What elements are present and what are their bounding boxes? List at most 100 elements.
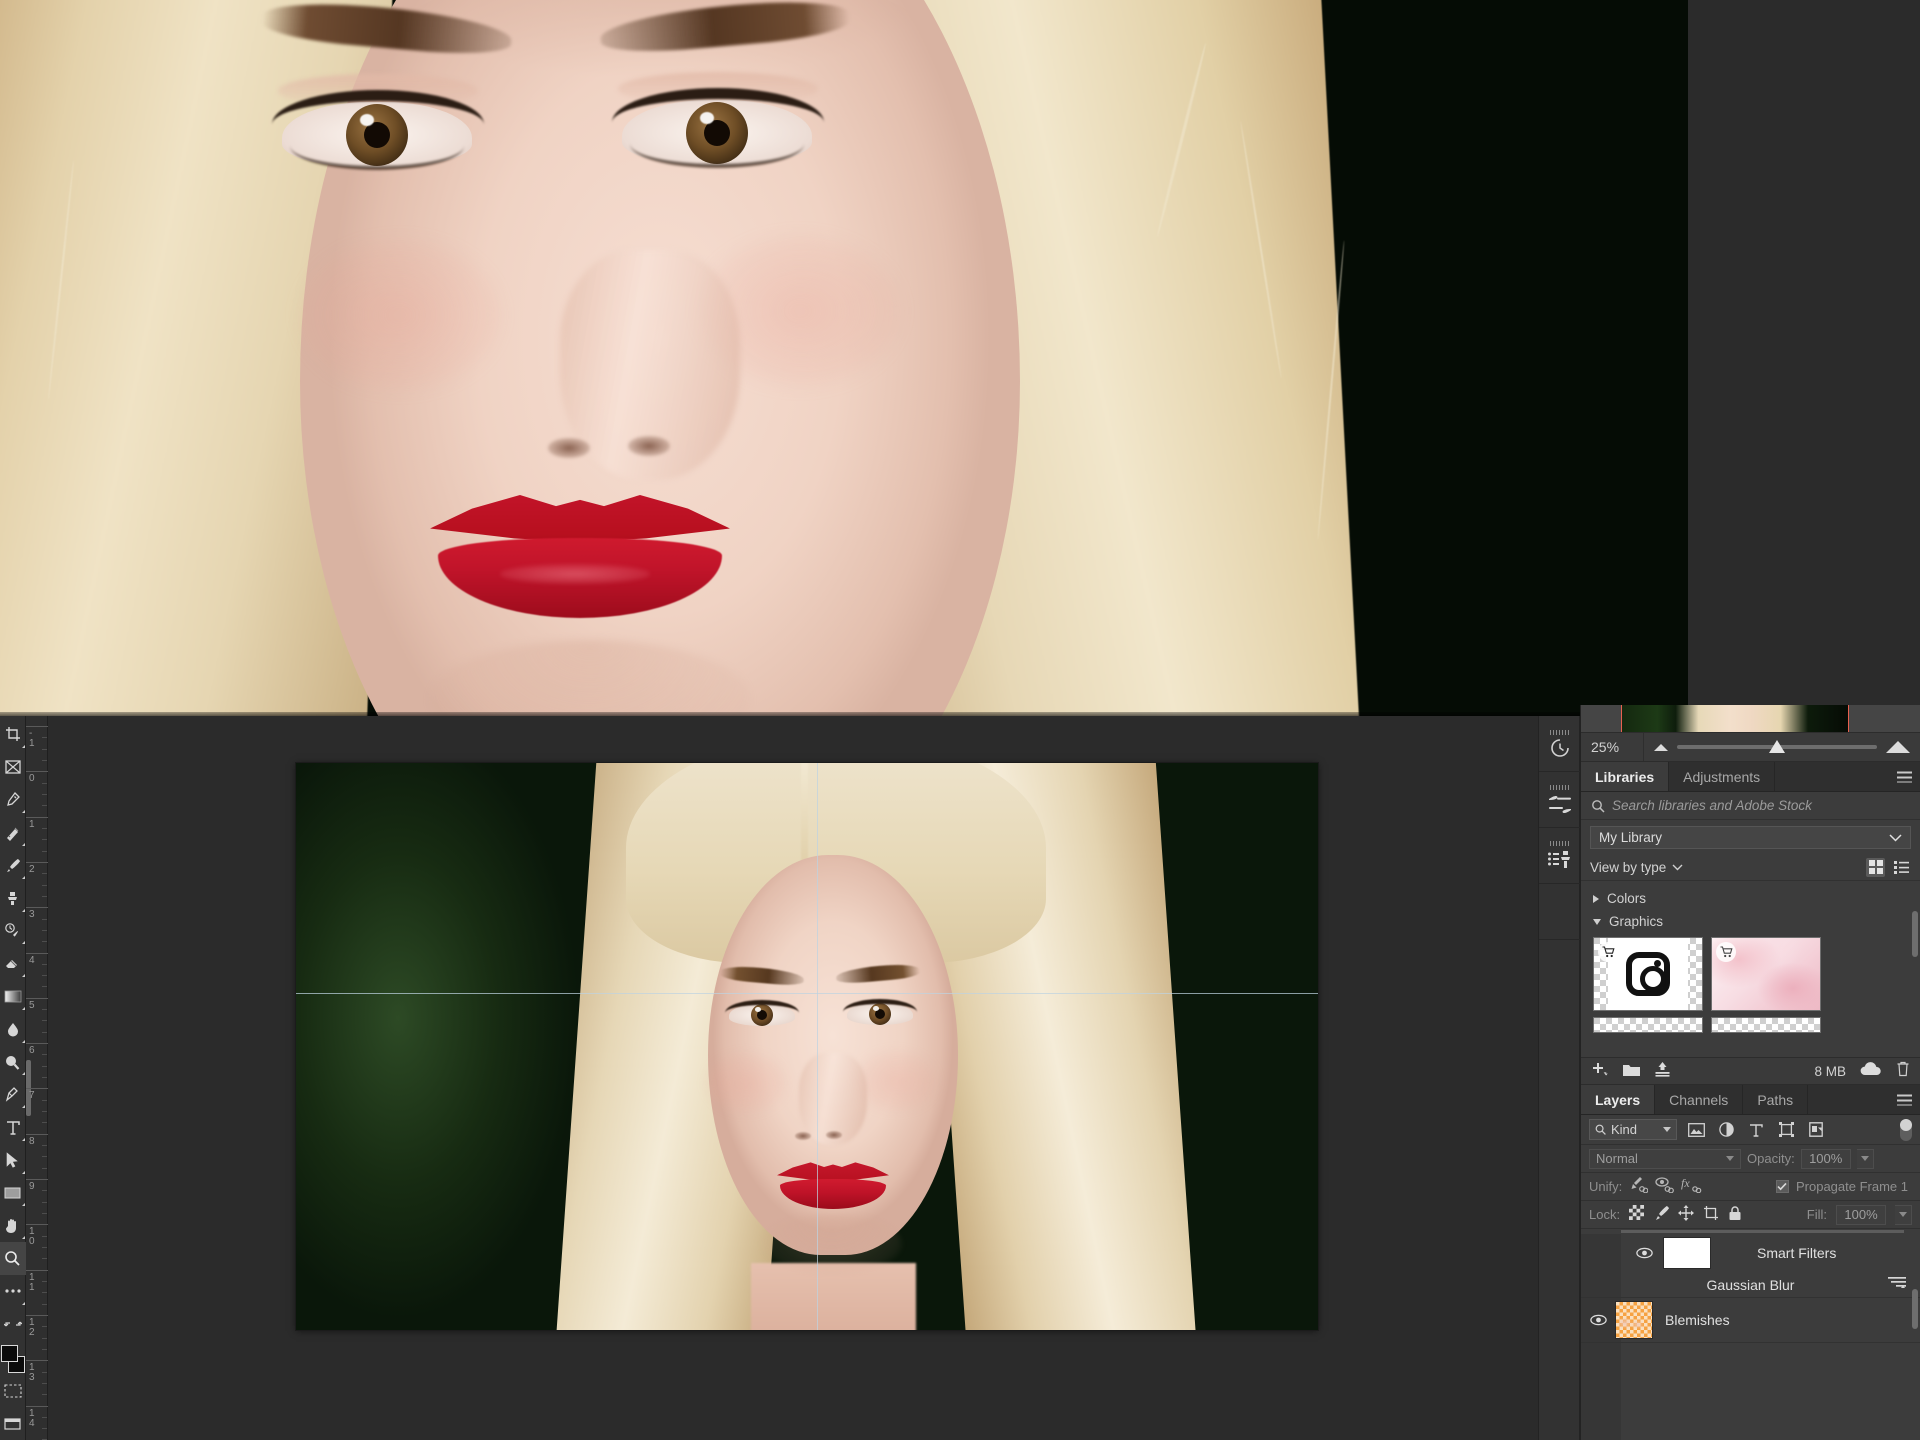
panel-menu-icon[interactable]	[1897, 1094, 1912, 1105]
eraser-tool[interactable]	[0, 947, 26, 980]
graphic-thumb-partial[interactable]	[1593, 1017, 1703, 1033]
instagram-logo-graphic[interactable]	[1593, 937, 1703, 1011]
lock-image-icon[interactable]	[1653, 1205, 1670, 1225]
filter-blending-options-icon[interactable]	[1888, 1276, 1906, 1293]
blend-mode-select[interactable]: Normal	[1589, 1148, 1741, 1169]
unify-row[interactable]: Unify: fx Propagate Frame 1	[1581, 1173, 1920, 1201]
tab-libraries[interactable]: Libraries	[1581, 762, 1670, 791]
table-row[interactable]: Blemishes	[1581, 1298, 1920, 1343]
view-by-type-dropdown[interactable]: View by type	[1590, 860, 1683, 875]
navigator-zoom-bar[interactable]: 25%	[1581, 732, 1920, 762]
layer-filter-row[interactable]: Kind	[1581, 1115, 1920, 1145]
layer-visibility-toggle[interactable]	[1627, 1247, 1661, 1259]
filter-shape-icon[interactable]	[1775, 1119, 1797, 1141]
brush-settings-panel-icon[interactable]	[1539, 772, 1581, 828]
zoom-slider-track[interactable]	[1677, 740, 1877, 753]
layer-list[interactable]: Smart Filters Gaussian Blur Blemishes	[1581, 1229, 1920, 1440]
library-search-row[interactable]	[1581, 792, 1920, 820]
fill-stepper[interactable]	[1895, 1204, 1912, 1225]
new-group-icon[interactable]	[1622, 1062, 1641, 1081]
screen-mode-icon[interactable]	[0, 1407, 26, 1440]
zoom-level-value[interactable]: 25%	[1581, 739, 1643, 755]
zoom-in-icon[interactable]	[1886, 741, 1910, 753]
graphics-grid[interactable]	[1581, 934, 1920, 1014]
panel-menu-icon[interactable]	[1897, 771, 1912, 782]
tab-layers[interactable]: Layers	[1581, 1085, 1656, 1114]
zoom-out-icon[interactable]	[1654, 743, 1668, 751]
graphics-grid-row2[interactable]	[1581, 1014, 1920, 1036]
navigator-view-rect[interactable]	[1621, 705, 1849, 732]
library-section-graphics[interactable]: Graphics	[1581, 911, 1920, 934]
tab-paths[interactable]: Paths	[1743, 1085, 1809, 1114]
libraries-tabstrip[interactable]: Libraries Adjustments	[1581, 762, 1920, 792]
tab-channels[interactable]: Channels	[1655, 1085, 1744, 1114]
layer-visibility-toggle[interactable]	[1581, 1314, 1615, 1326]
filter-smartobject-icon[interactable]	[1805, 1119, 1827, 1141]
cart-icon[interactable]	[1716, 942, 1736, 962]
library-select-row[interactable]: My Library	[1581, 820, 1920, 854]
unify-visibility-icon[interactable]	[1655, 1176, 1675, 1197]
search-input[interactable]	[1612, 798, 1910, 813]
path-selection-tool[interactable]	[0, 1144, 26, 1177]
swap-colors-icon[interactable]	[0, 1308, 26, 1341]
filter-enable-toggle[interactable]	[1900, 1118, 1912, 1141]
library-footer-toolbar[interactable]: 8 MB	[1581, 1057, 1920, 1085]
opacity-value[interactable]: 100%	[1800, 1148, 1851, 1169]
edit-toolbar-tool[interactable]	[0, 1275, 26, 1308]
filter-type-icon[interactable]	[1745, 1119, 1767, 1141]
cloud-sync-icon[interactable]	[1859, 1061, 1883, 1081]
history-brush-tool[interactable]	[0, 915, 26, 948]
clone-stamp-tool[interactable]	[0, 882, 26, 915]
layers-panel[interactable]: Kind Normal Opacity: 100% Unify: fx Prop…	[1581, 1115, 1920, 1440]
add-content-icon[interactable]	[1591, 1061, 1609, 1081]
unify-style-icon[interactable]: fx	[1681, 1176, 1702, 1197]
lock-position-icon[interactable]	[1678, 1204, 1695, 1225]
quick-mask-icon[interactable]	[0, 1374, 26, 1407]
guide-vertical[interactable]	[817, 763, 819, 1330]
table-row[interactable]: Smart Filters	[1581, 1234, 1920, 1272]
gradient-tool[interactable]	[0, 980, 26, 1013]
library-view-row[interactable]: View by type	[1581, 854, 1920, 881]
tools-panel[interactable]	[0, 716, 26, 1440]
eyedropper-tool[interactable]	[0, 784, 26, 817]
history-panel-icon[interactable]	[1539, 716, 1581, 772]
library-select[interactable]: My Library	[1590, 826, 1911, 849]
lock-row[interactable]: Lock: Fill: 100%	[1581, 1201, 1920, 1229]
layer-thumbnail[interactable]	[1615, 1301, 1653, 1339]
layer-kind-filter[interactable]: Kind	[1589, 1119, 1677, 1140]
blend-mode-row[interactable]: Normal Opacity: 100%	[1581, 1145, 1920, 1173]
type-tool[interactable]	[0, 1111, 26, 1144]
rectangle-tool[interactable]	[0, 1177, 26, 1210]
dodge-tool[interactable]	[0, 1046, 26, 1079]
zoom-slider[interactable]	[1643, 733, 1920, 761]
color-swatches[interactable]	[0, 1343, 26, 1375]
opacity-stepper[interactable]	[1856, 1148, 1874, 1169]
unify-position-icon[interactable]	[1629, 1176, 1649, 1197]
pink-watercolor-graphic[interactable]	[1711, 937, 1821, 1011]
frame-tool[interactable]	[0, 751, 26, 784]
brush-tool[interactable]	[0, 849, 26, 882]
filter-pixel-icon[interactable]	[1685, 1119, 1707, 1141]
upload-icon[interactable]	[1654, 1061, 1671, 1081]
delete-icon[interactable]	[1896, 1061, 1910, 1081]
propagate-frame-checkbox[interactable]	[1775, 1180, 1789, 1193]
graphic-thumb-partial[interactable]	[1711, 1017, 1821, 1033]
canvas-area[interactable]	[48, 716, 1580, 1440]
guide-horizontal[interactable]	[296, 992, 1318, 994]
library-section-colors[interactable]: Colors	[1581, 888, 1920, 911]
zoom-slider-thumb[interactable]	[1769, 740, 1785, 753]
clone-source-panel-icon[interactable]	[1539, 828, 1581, 884]
library-content[interactable]: Colors Graphics	[1581, 881, 1920, 1057]
layer-list-scrollbar[interactable]	[1912, 1289, 1918, 1329]
grid-view-icon[interactable]	[1866, 857, 1885, 877]
foreground-color-swatch[interactable]	[0, 1344, 18, 1362]
hand-tool[interactable]	[0, 1209, 26, 1242]
lock-all-icon[interactable]	[1728, 1205, 1742, 1225]
lock-transparency-icon[interactable]	[1629, 1205, 1645, 1224]
layers-tabstrip[interactable]: Layers Channels Paths	[1581, 1085, 1920, 1115]
lock-artboard-icon[interactable]	[1703, 1205, 1719, 1225]
tab-adjustments[interactable]: Adjustments	[1669, 762, 1776, 791]
healing-brush-tool[interactable]	[0, 816, 26, 849]
document-window[interactable]	[296, 763, 1318, 1330]
filter-adjustment-icon[interactable]	[1715, 1119, 1737, 1141]
